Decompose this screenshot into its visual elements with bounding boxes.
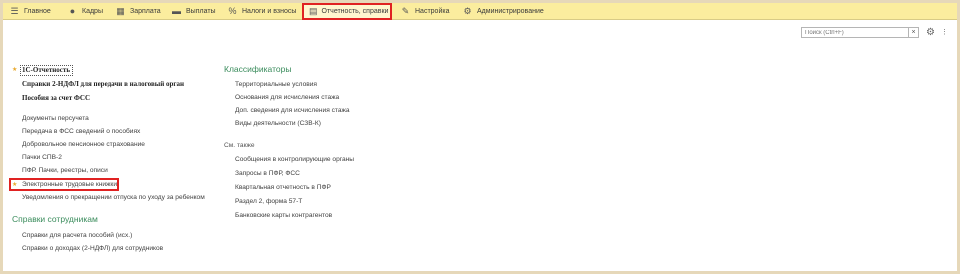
link-quarterly-pfr[interactable]: Квартальная отчетность в ПФР [235,184,331,191]
link-seniority-extra[interactable]: Доп. сведения для исчисления стажа [235,107,350,114]
tab-settings[interactable]: ✎ Настройка [400,3,450,20]
percent-icon: % [228,6,237,16]
gear-icon: ⚙ [463,6,472,16]
link-bank-cards[interactable]: Банковские карты контрагентов [235,212,332,219]
link-1c-reporting[interactable]: 1С-Отчетность [22,66,70,74]
reports-icon: ▤ [309,6,318,16]
tab-label: Зарплата [130,8,161,15]
tab-administration[interactable]: ⚙ Администрирование [462,3,544,20]
calculator-icon: ▦ [116,6,125,16]
tab-label: Выплаты [186,8,216,15]
link-pfr-packs[interactable]: ПФР. Пачки, реестры, описи [22,167,108,174]
link-territorial-conditions[interactable]: Территориальные условия [235,81,317,88]
link-activity-types[interactable]: Виды деятельности (СЗВ-К) [235,120,321,127]
tab-label: Администрирование [477,8,544,15]
link-regulator-messages[interactable]: Сообщения в контролирующие органы [235,156,354,163]
main-window: ☰ Главное ● Кадры ▦ Зарплата ▬ Выплаты %… [3,3,957,271]
link-pfr-fss-requests[interactable]: Запросы в ПФР, ФСС [235,170,300,177]
tab-main[interactable]: ☰ Главное [9,3,51,20]
favorite-star-icon: ★ [12,67,18,73]
link-income-certificates[interactable]: Справки о доходах (2-НДФЛ) для сотрудник… [22,245,163,252]
section-employee-certificates: Справки сотрудникам [12,214,98,224]
favorite-star-icon: ★ [12,182,18,188]
tab-label: Настройка [415,8,450,15]
section-classifiers: Классификаторы [224,64,292,74]
link-electronic-work-books[interactable]: Электронные трудовые книжки [22,181,117,188]
link-seniority-grounds[interactable]: Основания для исчисления стажа [235,94,339,101]
tab-label: Отчетность, справки [321,8,389,15]
wrench-icon: ✎ [401,6,410,16]
tab-taxes[interactable]: % Налоги и взносы [227,3,296,20]
section-see-also: См. также [224,142,255,149]
tab-payments[interactable]: ▬ Выплаты [171,3,216,20]
link-section2-57t[interactable]: Раздел 2, форма 57-Т [235,198,302,205]
tab-label: Главное [24,8,51,15]
link-benefit-certificates[interactable]: Справки для расчета пособий (исх.) [22,232,132,239]
search-input[interactable] [801,27,909,38]
link-spv2-packs[interactable]: Пачки СПВ-2 [22,154,62,161]
tab-label: Налоги и взносы [242,8,297,15]
link-parental-leave-notices[interactable]: Уведомления о прекращении отпуска по ухо… [22,194,205,201]
link-fss-benefits-info[interactable]: Передача в ФСС сведений о пособиях [22,128,140,135]
tab-reports[interactable]: ▤ Отчетность, справки [302,3,392,20]
link-2ndfl-tax[interactable]: Справки 2-НДФЛ для передачи в налоговый … [22,80,184,88]
people-icon: ● [69,6,76,16]
tab-label: Кадры [82,8,103,15]
clear-search-button[interactable]: × [909,27,919,38]
link-voluntary-pension[interactable]: Добровольное пенсионное страхование [22,141,145,148]
tab-salary[interactable]: ▦ Зарплата [115,3,161,20]
section-panel: ☰ Главное ● Кадры ▦ Зарплата ▬ Выплаты %… [3,3,957,20]
link-personnel-docs[interactable]: Документы персучета [22,115,89,122]
tab-personnel[interactable]: ● Кадры [67,3,103,20]
more-menu-icon[interactable]: ⋮ [941,27,948,38]
wallet-icon: ▬ [172,6,181,16]
settings-gear-icon[interactable]: ⚙ [926,27,935,38]
hamburger-icon: ☰ [10,6,19,16]
link-fss-benefits[interactable]: Пособия за счет ФСС [22,94,90,102]
